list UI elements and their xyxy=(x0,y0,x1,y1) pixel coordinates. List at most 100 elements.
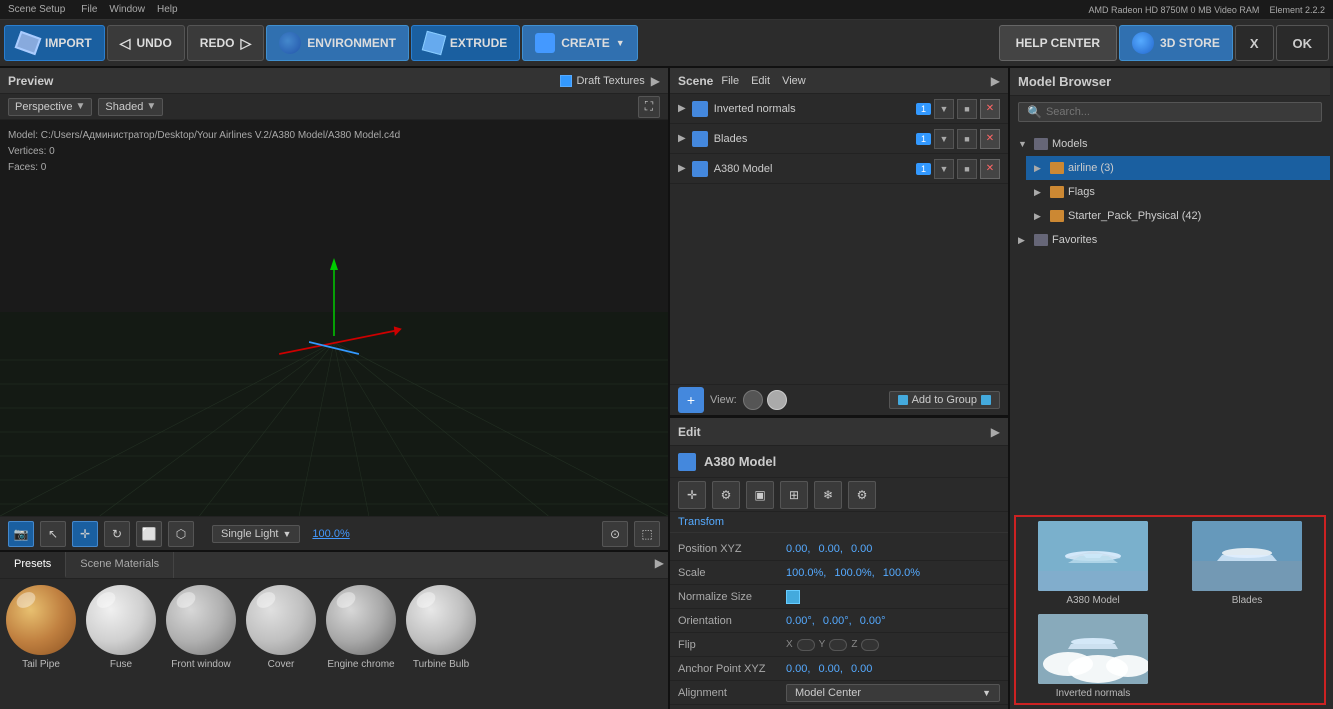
item-vis-2[interactable]: ■ xyxy=(957,159,977,179)
tree-arrow-starter: ▶ xyxy=(1034,211,1046,222)
transform-tool-button[interactable]: ⬡ xyxy=(168,521,194,547)
sphere-highlight-3 xyxy=(174,589,198,611)
model-browser-tree: ▼ Models ▶ airline (3) ▶ Flags ▶ Starter… xyxy=(1010,128,1330,511)
materials-content: Tail Pipe Fuse Front window xyxy=(0,579,668,709)
view-dark-button[interactable] xyxy=(743,390,763,410)
material-turbine-bulb[interactable]: Turbine Bulb xyxy=(406,585,476,703)
tree-item-flags[interactable]: ▶ Flags xyxy=(1026,180,1330,204)
scene-expand-icon[interactable]: ▶ xyxy=(991,74,1000,88)
tree-arrow-favorites: ▶ xyxy=(1018,235,1030,246)
add-to-group-button[interactable]: Add to Group xyxy=(889,391,1000,409)
create-icon xyxy=(535,33,555,53)
edit-fx-btn[interactable]: ❄ xyxy=(814,481,842,509)
help-center-button[interactable]: HELP CENTER xyxy=(999,25,1117,61)
alignment-dropdown[interactable]: Model Center ▼ xyxy=(786,684,1000,702)
scene-item-blades[interactable]: ▶ Blades 1 ▼ ■ ✕ xyxy=(670,124,1008,154)
rotate-tool-button[interactable]: ↻ xyxy=(104,521,130,547)
3d-viewport[interactable]: Model: C:/Users/Администратор/Desktop/Yo… xyxy=(0,120,668,516)
zoom-level[interactable]: 100.0% xyxy=(312,528,349,540)
redo-button[interactable]: REDO ▷ xyxy=(187,25,264,61)
materials-tabs: Presets Scene Materials ▶ xyxy=(0,552,668,579)
model-browser-search[interactable]: 🔍 xyxy=(1018,102,1322,122)
item-delete-2[interactable]: ✕ xyxy=(980,159,1000,179)
tree-arrow-airline: ▶ xyxy=(1034,163,1046,174)
menu-help[interactable]: Help xyxy=(157,4,178,15)
undo-button[interactable]: ◁ UNDO xyxy=(107,25,185,61)
model-header: A380 Model xyxy=(670,446,1008,478)
flip-x-toggle[interactable] xyxy=(797,639,815,651)
tree-item-models[interactable]: ▼ Models xyxy=(1010,132,1330,156)
search-icon: 🔍 xyxy=(1027,105,1042,119)
light-dropdown[interactable]: Single Light ▼ xyxy=(212,525,300,543)
scene-menu-edit[interactable]: Edit xyxy=(751,75,770,87)
add-scene-item-button[interactable]: + xyxy=(678,387,704,413)
shaded-dropdown-arrow: ▼ xyxy=(146,101,156,112)
thumb-blades[interactable]: Blades xyxy=(1174,521,1320,606)
tail-pipe-sphere xyxy=(6,585,76,655)
item-vis-1[interactable]: ■ xyxy=(957,129,977,149)
menu-file[interactable]: File xyxy=(81,4,97,15)
import-button[interactable]: IMPORT xyxy=(4,25,105,61)
edit-gear-btn[interactable]: ⚙ xyxy=(712,481,740,509)
flip-xyz: X Y Z xyxy=(786,639,879,651)
thumb-img-blades xyxy=(1192,521,1302,591)
flip-y-toggle[interactable] xyxy=(829,639,847,651)
right-panel: Model Browser 🔍 ▼ Models ▶ airline (3) ▶… xyxy=(1010,68,1330,709)
menu-window[interactable]: Window xyxy=(109,4,145,15)
tab-scene-materials[interactable]: Scene Materials xyxy=(66,552,174,578)
environment-button[interactable]: ENVIRONMENT xyxy=(266,25,409,61)
normalize-checkbox[interactable] xyxy=(786,590,800,604)
item-toggle-2[interactable]: ▼ xyxy=(934,159,954,179)
item-toggle-1[interactable]: ▼ xyxy=(934,129,954,149)
fit-view-button[interactable]: ⬚ xyxy=(634,521,660,547)
scene-menu-view[interactable]: View xyxy=(782,75,806,87)
draft-textures-toggle[interactable]: Draft Textures xyxy=(560,75,644,87)
extrude-button[interactable]: EXTRUDE xyxy=(411,25,520,61)
item-controls-0: 1 ▼ ■ ✕ xyxy=(916,99,1000,119)
x-button[interactable]: X xyxy=(1235,25,1274,61)
target-icon-btn[interactable]: ⊙ xyxy=(602,521,628,547)
tab-presets[interactable]: Presets xyxy=(0,552,66,578)
flip-z-toggle[interactable] xyxy=(861,639,879,651)
scene-item-a380[interactable]: ▶ A380 Model 1 ▼ ■ ✕ xyxy=(670,154,1008,184)
select-tool-button[interactable]: ↖ xyxy=(40,521,66,547)
item-vis-0[interactable]: ■ xyxy=(957,99,977,119)
material-front-window[interactable]: Front window xyxy=(166,585,236,703)
camera-tool-button[interactable]: 📷 xyxy=(8,521,34,547)
perspective-dropdown[interactable]: Perspective ▼ xyxy=(8,98,92,116)
create-button[interactable]: CREATE ▼ xyxy=(522,25,637,61)
preview-expand-icon[interactable]: ▶ xyxy=(651,74,660,88)
item-delete-1[interactable]: ✕ xyxy=(980,129,1000,149)
ok-button[interactable]: OK xyxy=(1276,25,1330,61)
viewport-expand-button[interactable]: ⛶ xyxy=(638,96,660,118)
shaded-dropdown[interactable]: Shaded ▼ xyxy=(98,98,163,116)
tree-item-airline[interactable]: ▶ airline (3) xyxy=(1026,156,1330,180)
scene-item-inverted-normals[interactable]: ▶ Inverted normals 1 ▼ ■ ✕ xyxy=(670,94,1008,124)
material-engine-chrome[interactable]: Engine chrome xyxy=(326,585,396,703)
material-cover[interactable]: Cover xyxy=(246,585,316,703)
3d-store-button[interactable]: 3D STORE xyxy=(1119,25,1233,61)
add-group-dot-right xyxy=(981,395,991,405)
materials-expand-icon[interactable]: ▶ xyxy=(655,556,664,570)
thumb-a380[interactable]: A380 Model xyxy=(1020,521,1166,606)
edit-expand-icon[interactable]: ▶ xyxy=(991,425,1000,439)
material-fuse[interactable]: Fuse xyxy=(86,585,156,703)
edit-layer-btn[interactable]: ▣ xyxy=(746,481,774,509)
tree-item-starter-pack[interactable]: ▶ Starter_Pack_Physical (42) xyxy=(1026,204,1330,228)
thumb-inverted-normals[interactable]: Inverted normals xyxy=(1020,614,1166,699)
edit-settings-btn[interactable]: ⚙ xyxy=(848,481,876,509)
item-delete-0[interactable]: ✕ xyxy=(980,99,1000,119)
scene-menu-file[interactable]: File xyxy=(721,75,739,87)
draft-textures-checkbox[interactable] xyxy=(560,75,572,87)
view-light-button[interactable] xyxy=(767,390,787,410)
move-tool-button[interactable]: ✛ xyxy=(72,521,98,547)
material-tail-pipe[interactable]: Tail Pipe xyxy=(6,585,76,703)
model-info: Model: C:/Users/Администратор/Desktop/Yo… xyxy=(8,128,400,176)
search-input[interactable] xyxy=(1046,106,1313,118)
tree-item-favorites[interactable]: ▶ Favorites xyxy=(1010,228,1330,252)
scale-tool-button[interactable]: ⬜ xyxy=(136,521,162,547)
edit-move-btn[interactable]: ✛ xyxy=(678,481,706,509)
properties-list: Position XYZ 0.00, 0.00, 0.00 Scale 100.… xyxy=(670,533,1008,709)
item-toggle-0[interactable]: ▼ xyxy=(934,99,954,119)
edit-group-btn[interactable]: ⊞ xyxy=(780,481,808,509)
